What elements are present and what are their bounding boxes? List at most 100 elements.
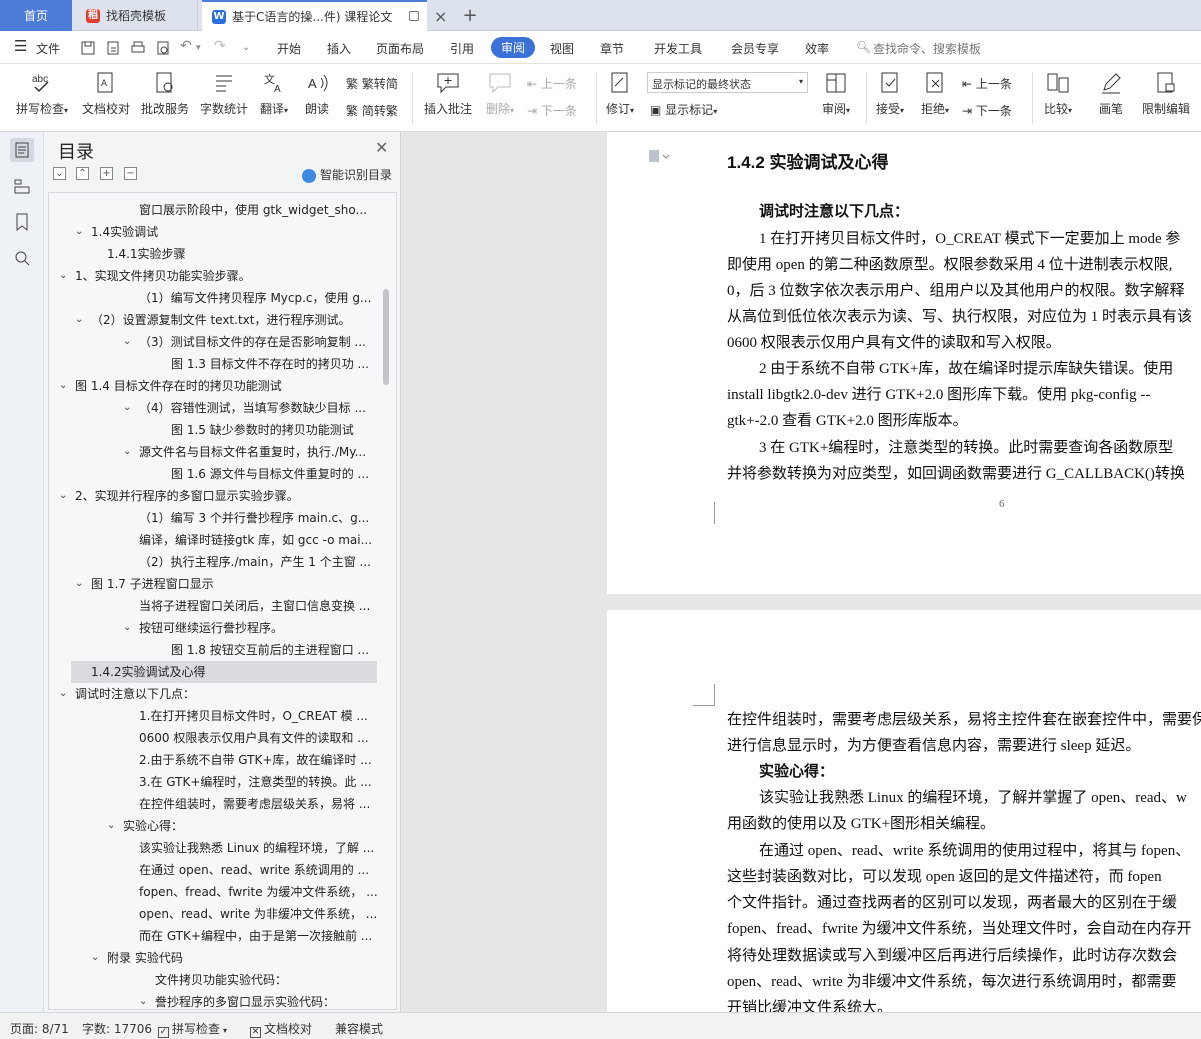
toc-item[interactable]: ⌄ 誊抄程序的多窗口显示实验代码： [139,991,396,1009]
word-count-indicator[interactable]: 字数: 17706 [82,1020,152,1037]
spell-check-button[interactable]: abc 拼写检查▾ [12,70,72,117]
toc-item[interactable]: ⌄ 实验心得： [107,815,396,837]
translate-button[interactable]: 文A 翻译▾ [256,70,292,117]
next-change-button[interactable]: ⇥ 下一条 [962,102,1012,119]
toc-item[interactable]: ⌄ （4）容错性测试，当填写参数缺少目标 ... [123,397,396,419]
paragraph-menu-icon[interactable] [647,148,671,166]
menu-item-efficiency[interactable]: 效率 [805,40,829,57]
toc-item[interactable]: fopen、fread、fwrite 为缓冲文件系统， ... [139,881,396,903]
toc-item[interactable]: ⌄ （2）设置源复制文件 text.txt，进行程序测试。 [75,309,375,331]
undo-dropdown-icon[interactable]: ▾ [196,43,201,53]
close-icon[interactable]: ✕ [375,138,388,157]
toc-item[interactable]: 2.由于系统不自带 GTK+库，故在编译时 ... [139,749,396,771]
toc-item[interactable]: 0600 权限表示仅用户具有文件的读取和 ... [139,727,396,749]
prev-change-button[interactable]: ⇤ 上一条 [962,75,1012,92]
outline-panel-icon[interactable] [10,174,34,198]
save-icon[interactable] [80,40,96,56]
toc-item[interactable]: （1）编写 3 个并行誊抄程序 main.c、g... [139,507,396,529]
tab-template[interactable]: 稻 找稻壳模板 [76,0,198,31]
menu-item-references[interactable]: 引用 [450,40,474,57]
remove-heading-icon[interactable]: − [124,167,137,180]
redo-icon[interactable]: ↷ [214,38,226,54]
menu-item-review[interactable]: 审阅 [491,37,536,58]
prev-comment-button[interactable]: ⇤ 上一条 [527,75,577,92]
search-icon[interactable]: 🔍︎ [856,40,871,54]
quick-access-dropdown-icon[interactable]: ⌄ [242,42,250,53]
add-heading-icon[interactable]: + [100,167,113,180]
read-aloud-button[interactable]: A 朗读 [302,70,332,117]
toc-item[interactable]: 1.4.1实验步骤 [107,243,396,265]
toc-item[interactable]: 图 1.3 目标文件不存在时的拷贝功 ... [171,353,396,375]
page-indicator[interactable]: 页面: 8/71 [10,1020,69,1037]
menu-item-view[interactable]: 视图 [550,40,574,57]
hamburger-icon[interactable]: ☰ [14,37,27,55]
reject-button[interactable]: 拒绝▾ [917,70,953,117]
toc-item[interactable]: ⌄ 1、实现文件拷贝功能实验步骤。 [59,265,359,287]
trad-to-simp-button[interactable]: 繁 繁转简 [346,75,398,92]
toc-item[interactable]: 该实验让我熟悉 Linux 的编程环境，了解 ... [139,837,396,859]
export-pdf-icon[interactable] [105,40,121,56]
toc-item[interactable]: ⌄ 图 1.7 子进程窗口显示 [75,573,375,595]
smart-toc-button[interactable]: 智能识别目录 [302,166,392,183]
delete-comment-button[interactable]: 删除▾ [482,70,518,117]
new-tab-icon[interactable]: + [455,0,485,31]
toc-item[interactable]: （2）执行主程序./main，产生 1 个主窗 ... [139,551,396,573]
toc-item[interactable]: 文件拷贝功能实验代码： [155,969,396,991]
accept-button[interactable]: 接受▾ [872,70,908,117]
toc-item[interactable]: ⌄ 附录 实验代码 [91,947,391,969]
status-spell-check[interactable]: ✓ 拼写检查 ▾ [158,1020,227,1038]
track-changes-button[interactable]: 修订▾ [602,70,638,117]
collapse-all-icon[interactable]: ⌄ [53,167,66,180]
document-page[interactable]: 1.4.2 实验调试及心得 调试时注意以下几点： 1 在打开拷贝目标文件时，O_… [607,132,1201,594]
menu-item-start[interactable]: 开始 [277,40,301,57]
toc-item[interactable]: ⌄ 按钮可继续运行誊抄程序。 [123,617,396,639]
toc-item[interactable]: 图 1.5 缺少参数时的拷贝功能测试 [171,419,396,441]
tab-home[interactable]: 首页 [0,0,72,31]
toc-item[interactable]: ⌄ 1.4实验调试 [75,221,375,243]
toc-item[interactable]: 窗口展示阶段中，使用 gtk_widget_sho... [139,199,396,221]
document-page[interactable]: 在控件组装时，需要考虑层级关系，易将主控件套在嵌套控件中，需要保 进行信息显示时… [607,610,1201,1012]
toc-item-selected[interactable]: 1.4.2实验调试及心得 [71,661,377,683]
markup-state-select[interactable]: 显示标记的最终状态 ▾ [647,72,808,93]
toc-item[interactable]: 而在 GTK+编程中，由于是第一次接触前 ... [139,925,396,947]
menu-file[interactable]: 文件 [36,40,60,57]
toc-item[interactable]: ⌄ 调试时注意以下几点： [59,683,359,705]
toc-item[interactable]: 当将子进程窗口关闭后，主窗口信息变换 ... [139,595,396,617]
tab-document[interactable]: W 基于C语言的操...件) 课程论文 [202,0,427,31]
compare-button[interactable]: 比较▾ [1040,70,1076,117]
toc-panel-icon[interactable] [10,138,34,162]
next-comment-button[interactable]: ⇥ 下一条 [527,102,577,119]
menu-item-chapter[interactable]: 章节 [600,40,624,57]
toc-item[interactable]: ⌄ （3）测试目标文件的存在是否影响复制 ... [123,331,396,353]
print-icon[interactable] [130,40,146,56]
toc-item[interactable]: 3.在 GTK+编程时，注意类型的转换。此 ... [139,771,396,793]
simp-to-trad-button[interactable]: 繁 简转繁 [346,102,398,119]
word-count-button[interactable]: 字数统计 [198,70,250,117]
undo-icon[interactable]: ↶ [180,38,192,54]
window-mode-icon[interactable] [409,11,419,21]
toc-item[interactable]: ⌄ 图 1.4 目标文件存在时的拷贝功能测试 [59,375,359,397]
batch-review-button[interactable]: 批改服务 [139,70,191,117]
close-tab-icon[interactable]: × [434,7,447,26]
doc-check-button[interactable]: A 文档校对 [80,70,132,117]
menu-item-member[interactable]: 会员专享 [731,40,779,57]
toc-item[interactable]: 图 1.8 按钮交互前后的主进程窗口 ... [171,639,396,661]
toc-item[interactable]: 编译，编译时链接gtk 库，如 gcc -o mai... [139,529,396,551]
bookmark-icon[interactable] [10,210,34,234]
toc-item[interactable]: open、read、write 为非缓冲文件系统， ... [139,903,396,925]
toc-item[interactable]: 图 1.6 源文件与目标文件重复时的 ... [171,463,396,485]
status-doc-check[interactable]: ✕ 文档校对 [250,1020,312,1038]
menu-item-layout[interactable]: 页面布局 [376,40,424,57]
menu-item-insert[interactable]: 插入 [327,40,351,57]
command-search[interactable]: 查找命令、搜索模板 [873,40,981,57]
review-pane-button[interactable]: 审阅▾ [816,70,856,117]
print-preview-icon[interactable] [155,40,171,56]
pen-button[interactable]: 画笔 [1096,70,1126,117]
show-markup-button[interactable]: ▣ 显示标记▾ [650,101,717,118]
toc-item[interactable]: 在通过 open、read、write 系统调用的 ... [139,859,396,881]
restrict-edit-button[interactable]: 限制编辑 [1140,70,1192,117]
toc-item[interactable]: 1.在打开拷贝目标文件时，O_CREAT 模 ... [139,705,396,727]
toc-item[interactable]: ⌄ 源文件名与目标文件名重复时，执行./My... [123,441,396,463]
menu-item-developer[interactable]: 开发工具 [654,40,702,57]
toc-item[interactable]: ⌄ 2、实现并行程序的多窗口显示实验步骤。 [59,485,359,507]
